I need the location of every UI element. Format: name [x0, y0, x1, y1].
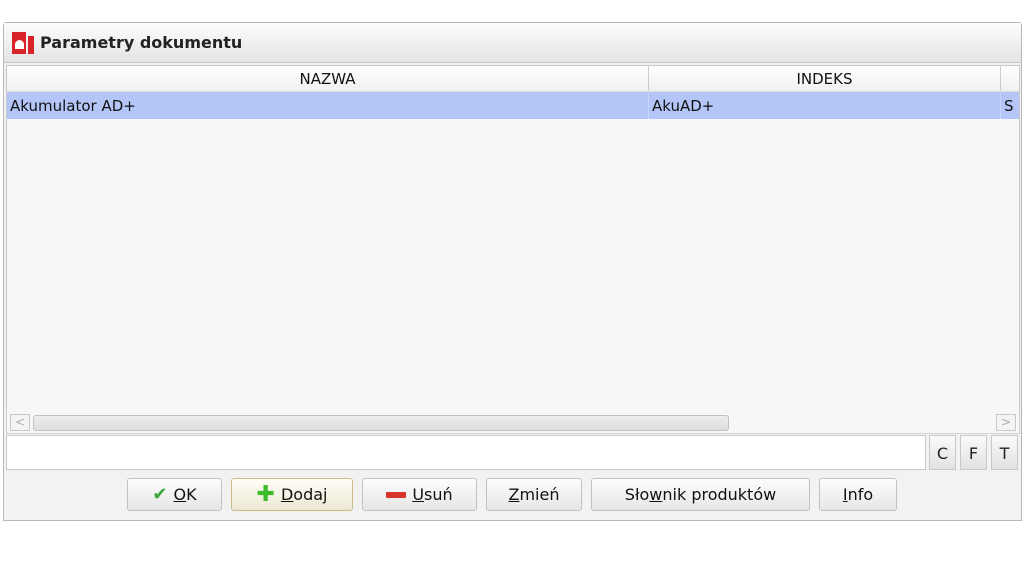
column-header-nazwa[interactable]: NAZWA [7, 66, 649, 91]
parameters-table: NAZWA INDEKS Akumulator AD+ AkuAD+ S [6, 65, 1020, 413]
filter-c-button[interactable]: C [929, 435, 956, 470]
cell-indeks: AkuAD+ [649, 92, 1001, 119]
remove-button[interactable]: Usuń [362, 478, 477, 511]
dialog-window: Parametry dokumentu NAZWA INDEKS Akumula… [3, 22, 1022, 521]
add-button[interactable]: ✚ Dodaj [231, 478, 353, 511]
remove-label: Usuń [412, 485, 453, 504]
ok-button[interactable]: ✔ OK [127, 478, 222, 511]
filter-f-button[interactable]: F [960, 435, 987, 470]
plus-icon: ✚ [256, 482, 275, 507]
table-row[interactable]: Akumulator AD+ AkuAD+ S [7, 92, 1019, 119]
product-dictionary-button[interactable]: Słownik produktów [591, 478, 810, 511]
ok-label: OK [173, 485, 197, 504]
edit-label: Zmień [508, 485, 560, 504]
checkmark-icon: ✔ [152, 484, 168, 505]
filter-t-button[interactable]: T [991, 435, 1018, 470]
filter-input[interactable] [6, 435, 926, 470]
minus-icon [386, 491, 407, 498]
window-title: Parametry dokumentu [40, 33, 243, 52]
horizontal-scrollbar[interactable]: < > [6, 412, 1020, 434]
title-bar[interactable]: Parametry dokumentu [4, 23, 1021, 63]
scroll-thumb[interactable] [33, 415, 729, 431]
app-logo-icon [12, 31, 34, 54]
edit-button[interactable]: Zmień [486, 478, 582, 511]
dictionary-label: Słownik produktów [624, 485, 777, 504]
cell-extra: S [1004, 96, 1014, 115]
cell-nazwa: Akumulator AD+ [7, 92, 649, 119]
column-header-indeks[interactable]: INDEKS [649, 66, 1001, 91]
column-header-extra[interactable] [1001, 66, 1019, 91]
info-button[interactable]: Info [819, 478, 897, 511]
table-header: NAZWA INDEKS [7, 66, 1019, 92]
info-label: Info [842, 485, 874, 504]
button-bar: ✔ OK ✚ Dodaj Usuń Zmień Słownik produktó… [4, 478, 1021, 512]
scroll-left-button[interactable]: < [10, 414, 30, 431]
add-label: Dodaj [280, 485, 328, 504]
scroll-right-button[interactable]: > [996, 414, 1016, 431]
